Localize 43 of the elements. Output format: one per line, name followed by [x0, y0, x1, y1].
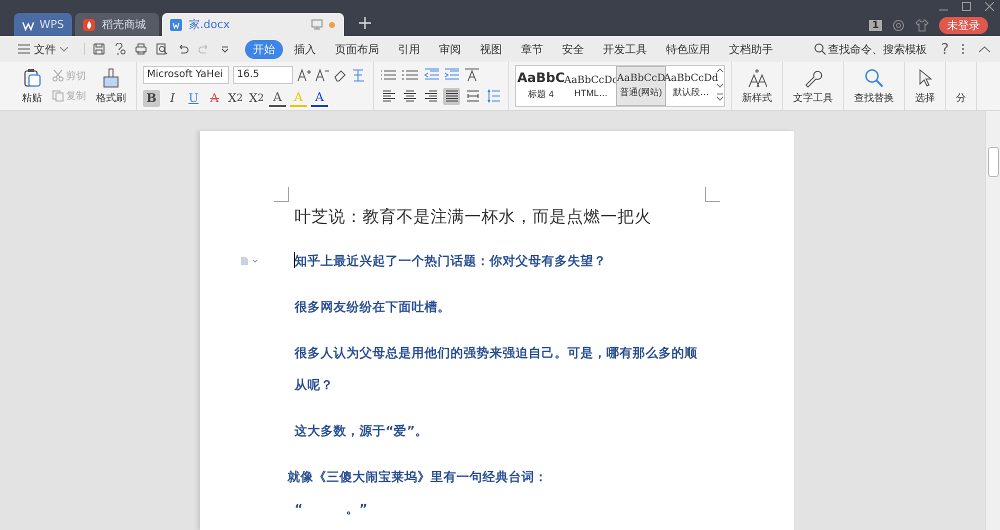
font-name-field[interactable]: Microsoft YaHei [143, 66, 229, 84]
ribbon-tab[interactable]: 安全 [554, 40, 592, 58]
format-button[interactable]: A [311, 90, 328, 106]
file-menu[interactable]: 文件 [12, 40, 74, 58]
ribbon-tool-button[interactable]: 分 [952, 68, 970, 104]
font-size-field[interactable]: 16.5 [233, 66, 293, 84]
page-count-badge: 1 [869, 20, 882, 30]
ribbon-tool-button[interactable]: 文字工具 [789, 68, 837, 104]
ribbon-tool-button[interactable]: 选择 [911, 68, 939, 104]
ribbon-tab[interactable]: 特色应用 [658, 40, 718, 58]
ribbon-tab[interactable]: 审阅 [431, 40, 469, 58]
paragraph: 很多人认为父母总是用他们的强势来强迫自己。可是，哪有那么多的顺从呢？ [294, 344, 698, 394]
paragraph: “ 。” [294, 500, 368, 518]
paste-button[interactable]: 粘贴 [18, 68, 46, 104]
ribbon-tab[interactable]: 开始 [245, 40, 283, 58]
format-button[interactable]: B [143, 90, 160, 106]
paragraph: 就像《三傻大闹宝莱坞》里有一句经典台词： [288, 468, 548, 486]
format-painter-button[interactable]: 格式刷 [92, 68, 130, 104]
style-preset[interactable]: AaBbCcDc HTML… [566, 66, 616, 106]
ribbon-tool-button[interactable]: 新样式 [738, 68, 776, 104]
ribbon-tab[interactable]: 页面布局 [327, 40, 387, 58]
ribbon-tool-button[interactable]: 查找替换 [850, 68, 898, 104]
document-tab[interactable]: 稻壳商城 [75, 13, 159, 36]
ribbon-tab[interactable]: 引用 [390, 40, 428, 58]
command-search[interactable]: 查找命令、搜索模板 [828, 42, 928, 56]
ribbon-tab[interactable]: 开发工具 [595, 40, 655, 58]
document-tab[interactable]: 家.docx [162, 13, 344, 36]
format-button[interactable]: A [269, 90, 286, 106]
document-tab[interactable]: WPS [14, 13, 72, 36]
document-heading: 叶芝说：教育不是注满一杯水，而是点燃一把火 [294, 206, 652, 228]
style-preset[interactable]: AaBbCcDd 默认段… [666, 66, 716, 106]
format-button[interactable]: A [206, 90, 223, 106]
ribbon-tab[interactable]: 文档助手 [721, 40, 781, 58]
login-button[interactable]: 未登录 [939, 16, 988, 34]
style-preset[interactable]: AaBbCcD 普通(网站) [616, 66, 666, 106]
ribbon-tab[interactable]: 章节 [513, 40, 551, 58]
format-button[interactable]: I [164, 90, 181, 106]
ribbon-tab[interactable]: 插入 [286, 40, 324, 58]
paragraph: 这大多数，源于“爱”。 [294, 422, 429, 440]
help-button[interactable]: ? [941, 40, 949, 58]
paragraph: 知乎上最近兴起了一个热门话题：你对父母有多失望？ [294, 252, 608, 270]
ribbon-tab[interactable]: 视图 [472, 40, 510, 58]
paragraph: 很多网友纷纷在下面吐槽。 [294, 298, 452, 316]
